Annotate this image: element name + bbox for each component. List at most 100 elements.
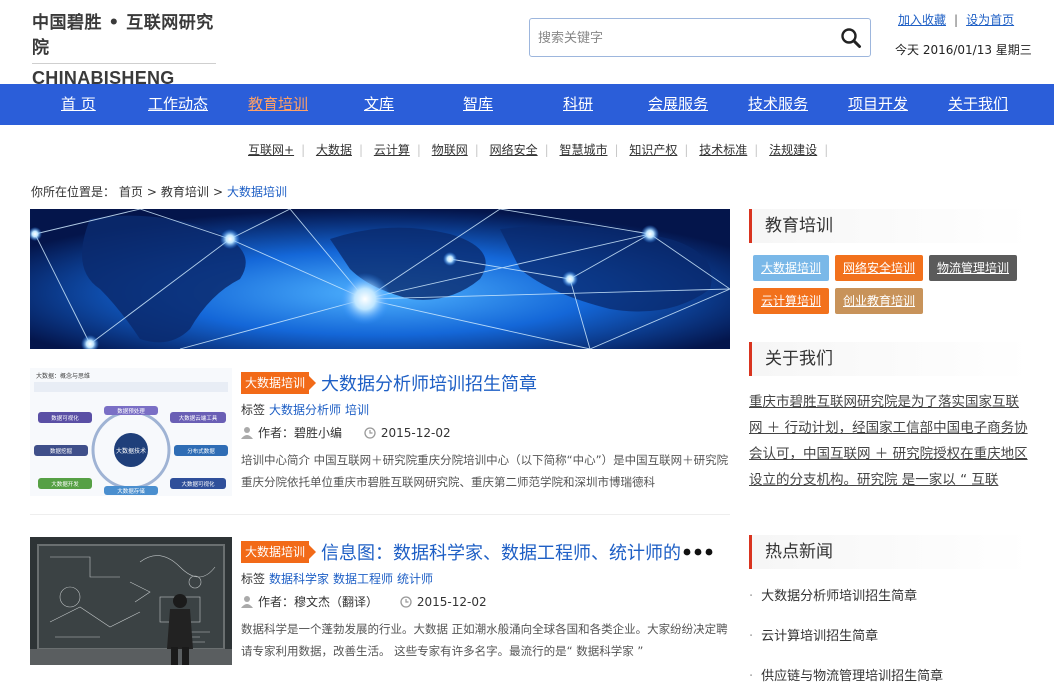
article-tag[interactable]: 培训	[345, 403, 369, 417]
nav-item-about[interactable]: 关于我们	[948, 84, 1008, 125]
article-excerpt: 数据科学是一个蓬勃发展的行业。大数据 正如潮水般涌向全球各国和各类企业。大家纷纷…	[241, 622, 728, 658]
article-date: 2015-12-02	[416, 595, 487, 609]
thumb-node: 数据挖掘	[50, 447, 73, 455]
article-tag[interactable]: 大数据分析师	[269, 403, 341, 417]
article-author: 作者：碧胜小编	[258, 426, 343, 440]
breadcrumb-current[interactable]: 大数据培训	[227, 185, 287, 199]
article-thumbnail[interactable]	[30, 537, 232, 665]
more-dots-icon	[683, 545, 713, 561]
clock-icon	[400, 596, 412, 611]
breadcrumb-home[interactable]: 首页	[119, 185, 143, 199]
subnav-item[interactable]: 网络安全	[490, 143, 538, 157]
thumb-node: 大数据云端工具	[179, 414, 218, 422]
subnav-divider: |	[544, 143, 549, 157]
hot-news-list: 大数据分析师培训招生简章 云计算培训招生简章 供应链与物流管理培训招生简章	[749, 577, 1031, 685]
breadcrumb-separator: >	[212, 185, 223, 199]
pill-cloud-computing-training[interactable]: 云计算培训	[753, 288, 830, 314]
hero-banner[interactable]	[30, 209, 730, 349]
nav-item-education[interactable]: 教育培训	[248, 84, 308, 125]
pill-logistics-training[interactable]: 物流管理培训	[929, 255, 1018, 281]
sidebar-about-title: 关于我们	[749, 342, 1031, 376]
hot-news-item[interactable]: 供应链与物流管理培训招生简章	[749, 657, 1031, 685]
thumb-node: 数据可视化	[51, 414, 79, 422]
nav-item-library[interactable]: 文库	[364, 84, 394, 125]
nav-item-exhibition[interactable]: 会展服务	[648, 84, 708, 125]
breadcrumb-parent[interactable]: 教育培训	[161, 185, 209, 199]
subnav-item[interactable]: 物联网	[432, 143, 468, 157]
nav-item-research[interactable]: 科研	[563, 84, 593, 125]
subnav-item[interactable]: 法规建设	[769, 143, 817, 157]
site-logo[interactable]: 中国碧胜 • 互联网研究院 CHINABISHENG .com	[32, 8, 222, 109]
subnav-item[interactable]: 知识产权	[629, 143, 677, 157]
top-links: 加入收藏 | 设为首页	[898, 11, 1014, 28]
breadcrumb-prefix: 你所在位置是：	[31, 185, 116, 199]
nav-item-tech-service[interactable]: 技术服务	[748, 84, 808, 125]
pill-big-data-training[interactable]: 大数据培训	[753, 255, 830, 281]
nav-item-projects[interactable]: 项目开发	[848, 84, 908, 125]
breadcrumb: 你所在位置是： 首页 > 教育培训 > 大数据培训	[31, 183, 287, 200]
thumb-node: 大数据开发	[51, 480, 79, 488]
top-links-separator: |	[954, 13, 959, 27]
thumb-heading: 大数据：概念与思维	[36, 372, 90, 380]
current-date: 今天 2016/01/13 星期三	[895, 43, 1032, 57]
thumb-node: 大数据可视化	[181, 480, 215, 488]
subnav-item[interactable]: 技术标准	[699, 143, 747, 157]
article-tags: 标签 数据科学家 数据工程师 统计师	[241, 570, 433, 587]
pill-entrepreneurship-training[interactable]: 创业教育培训	[835, 288, 924, 314]
article-thumbnail[interactable]: 大数据：概念与思维 大数据技术 数据可视化 大数据云端工具 数据挖掘 分布式数据…	[30, 368, 232, 496]
thumb-center-label: 大数据技术	[116, 447, 146, 455]
logo-divider	[32, 63, 216, 64]
subnav-divider: |	[416, 143, 421, 157]
nav-item-home[interactable]: 首 页	[61, 84, 96, 125]
search-icon[interactable]	[840, 27, 862, 49]
site-header: 中国碧胜 • 互联网研究院 CHINABISHENG .com 加入收藏 | 设为首…	[0, 0, 1054, 109]
article-author: 作者：穆文杰（翻译）	[258, 595, 379, 609]
article-category-tag[interactable]: 大数据培训	[241, 372, 317, 394]
article-item: 大数据：概念与思维 大数据技术 数据可视化 大数据云端工具 数据挖掘 分布式数据…	[30, 368, 730, 518]
subnav-divider: |	[301, 143, 306, 157]
article-tag[interactable]: 统计师	[397, 572, 433, 586]
thumb-node: 分布式数据	[187, 447, 215, 455]
subnav-item[interactable]: 智慧城市	[560, 143, 608, 157]
subnav-item[interactable]: 大数据	[316, 143, 352, 157]
pill-network-security-training[interactable]: 网络安全培训	[835, 255, 924, 281]
nav-item-work-news[interactable]: 工作动态	[148, 84, 208, 125]
article-category-tag[interactable]: 大数据培训	[241, 541, 317, 563]
hot-news-item[interactable]: 云计算培训招生简章	[749, 617, 1031, 657]
education-category-pills: 大数据培训 网络安全培训 物流管理培训 云计算培训 创业教育培训	[749, 253, 1031, 323]
subnav-divider: |	[754, 143, 759, 157]
add-favorite-link[interactable]: 加入收藏	[898, 13, 946, 27]
subnav-divider: |	[614, 143, 619, 157]
article-meta: 作者：穆文杰（翻译） 2015-12-02	[241, 593, 487, 611]
article-tag[interactable]: 数据工程师	[333, 572, 393, 586]
subnav-divider: |	[474, 143, 479, 157]
sidebar-hot-news: 热点新闻 大数据分析师培训招生简章 云计算培训招生简章 供应链与物流管理培训招生…	[749, 535, 1031, 685]
article-title[interactable]: 信息图：数据科学家、数据工程师、统计师的	[321, 539, 681, 565]
sub-nav: 互联网+ | 大数据 | 云计算 | 物联网 | 网络安全 | 智慧城市 | 知识产权 | 技…	[248, 141, 835, 158]
set-homepage-link[interactable]: 设为首页	[966, 13, 1014, 27]
about-description[interactable]: 重庆市碧胜互联网研究院是为了落实国家互联网 ＋ 行动计划，经国家工信部中国电子商…	[749, 389, 1031, 493]
search-input[interactable]	[538, 28, 828, 48]
network-globe-image	[30, 209, 730, 349]
sidebar-hot-news-title: 热点新闻	[749, 535, 1031, 569]
tags-label: 标签	[241, 572, 266, 586]
subnav-item[interactable]: 互联网+	[248, 143, 294, 157]
logo-chinese-name: 中国碧胜 • 互联网研究院	[32, 13, 214, 58]
hot-news-item[interactable]: 大数据分析师培训招生简章	[749, 577, 1031, 617]
breadcrumb-separator: >	[146, 185, 157, 199]
nav-item-think-tank[interactable]: 智库	[463, 84, 493, 125]
subnav-item[interactable]: 云计算	[374, 143, 410, 157]
tags-label: 标签	[241, 403, 266, 417]
subnav-divider: |	[824, 143, 829, 157]
thumb-node: 数据预处理	[117, 407, 145, 415]
article-tags: 标签 大数据分析师 培训	[241, 401, 369, 418]
article-title[interactable]: 大数据分析师培训招生简章	[321, 370, 537, 396]
article-tag[interactable]: 数据科学家	[269, 572, 329, 586]
article-item: 大数据培训 信息图：数据科学家、数据工程师、统计师的 标签 数据科学家 数据工程师统…	[30, 537, 730, 685]
subnav-divider: |	[684, 143, 689, 157]
subnav-divider: |	[358, 143, 363, 157]
article-excerpt: 培训中心简介 中国互联网＋研究院重庆分院培训中心（以下简称“中心”）是中国互联网…	[241, 453, 729, 489]
article-meta: 作者：碧胜小编 2015-12-02	[241, 424, 451, 442]
search-box	[529, 18, 871, 57]
sidebar-education: 教育培训 大数据培训 网络安全培训 物流管理培训 云计算培训 创业教育培训	[749, 209, 1031, 323]
